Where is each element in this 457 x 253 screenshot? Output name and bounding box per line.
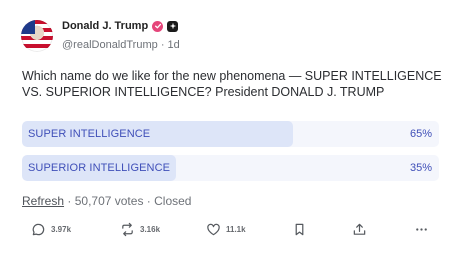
- repost-arrows-icon: [122, 222, 133, 237]
- poll-option-percent: 65%: [409, 128, 432, 140]
- reply-button[interactable]: 3.97k: [31, 222, 71, 237]
- ellipsis-icon: [416, 228, 427, 231]
- author-handle[interactable]: @realDonaldTrump: [62, 39, 158, 51]
- poll-option-percent: 35%: [409, 162, 432, 174]
- share-button[interactable]: [352, 222, 367, 237]
- poll-votes: 50,707 votes: [74, 194, 144, 208]
- author-name[interactable]: Donald J. Trump: [62, 20, 148, 32]
- like-button[interactable]: 11.1k: [206, 222, 246, 237]
- poll-meta: Refresh · 50,707 votes · Closed: [22, 194, 191, 208]
- handle-row: @realDonaldTrump · 1d: [62, 39, 180, 51]
- repost-count: 3.16k: [140, 225, 161, 234]
- poll-option-label: SUPERIOR INTELLIGENCE: [28, 162, 171, 174]
- affiliation-badge-icon: [167, 20, 179, 32]
- poll-option-label: SUPER INTELLIGENCE: [28, 128, 151, 140]
- poll-meta-separator: ·: [146, 194, 151, 208]
- post-text: Which name do we like for the new phenom…: [22, 69, 442, 99]
- handle-separator: ·: [160, 39, 165, 51]
- poll-option: SUPERIOR INTELLIGENCE 35%: [22, 155, 439, 181]
- poll-meta-separator: ·: [67, 194, 72, 208]
- comment-bubble-icon: [32, 223, 45, 236]
- repost-button[interactable]: 3.16k: [120, 222, 160, 237]
- post-age[interactable]: 1d: [168, 39, 180, 51]
- author-row: Donald J. Trump: [62, 20, 179, 32]
- bookmark-icon: [295, 223, 304, 236]
- reply-count: 3.97k: [51, 225, 72, 234]
- more-options-button[interactable]: [414, 222, 429, 237]
- avatar[interactable]: [21, 20, 53, 52]
- verified-badge-icon: [152, 20, 164, 32]
- bookmark-button[interactable]: [292, 222, 307, 237]
- heart-icon: [207, 223, 220, 236]
- share-upload-icon: [353, 223, 366, 235]
- poll-status: Closed: [154, 194, 192, 208]
- poll-refresh-link[interactable]: Refresh: [22, 194, 64, 208]
- poll-option: SUPER INTELLIGENCE 65%: [22, 121, 439, 147]
- action-bar: 3.97k 3.16k 11.1k: [22, 222, 437, 242]
- like-count: 11.1k: [226, 225, 246, 234]
